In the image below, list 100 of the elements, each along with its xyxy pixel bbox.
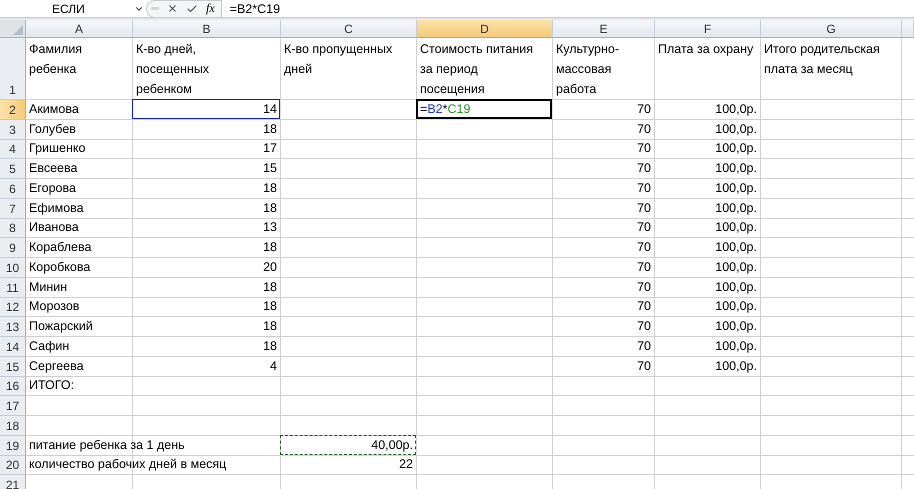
cell-text: 13 [263, 220, 277, 236]
cell-text: 70 [637, 319, 651, 334]
cell-text: 70 [637, 299, 651, 314]
cell-text: 40,00р. [371, 438, 413, 452]
cell-text: 18 [263, 122, 277, 136]
cell-text: Минин [29, 280, 68, 294]
column-header[interactable]: E [553, 20, 655, 38]
corner-triangle-icon [13, 25, 23, 35]
cell-text: 20 [263, 260, 277, 275]
row-header[interactable]: 8 [0, 218, 26, 238]
cell-text: 100,0р. [715, 280, 757, 294]
cell-text: Ефимова [29, 200, 84, 216]
cell-text: 17 [263, 141, 277, 156]
row-header[interactable]: 17 [0, 396, 26, 416]
cell-text: 70 [637, 358, 651, 374]
cell-text: ИТОГО: [29, 378, 74, 394]
cell-text: Акимова [29, 102, 79, 117]
cell-text: 100,0р. [715, 319, 757, 334]
cell-text: Сафин [29, 338, 70, 354]
cell-text: 100,0р. [715, 338, 757, 354]
row-header[interactable]: 5 [0, 159, 26, 179]
cell-text: 18 [263, 200, 277, 216]
cell-text: 70 [637, 102, 651, 117]
row-header[interactable]: 19 [0, 436, 26, 456]
cell-text: 70 [637, 280, 651, 294]
row-header[interactable]: 2 [0, 100, 26, 120]
cell-text: 18 [263, 299, 277, 314]
row-header[interactable]: 10 [0, 258, 26, 278]
cell-text: 70 [637, 122, 651, 136]
cell-text: 100,0р. [715, 299, 757, 314]
column-header[interactable]: G [761, 20, 902, 38]
row-header[interactable]: 1 [0, 38, 26, 100]
row-header[interactable]: 12 [0, 298, 26, 318]
cell-text: 100,0р. [715, 260, 757, 275]
row-header[interactable]: 3 [0, 120, 26, 140]
column-heading-text: К-во дней, посещенных ребенком [136, 41, 210, 98]
cell-text: 18 [263, 180, 277, 196]
cell-text: 14 [263, 102, 277, 117]
row-header[interactable]: 20 [0, 456, 26, 476]
cell-text: Иванова [29, 220, 79, 236]
cell-text: 70 [637, 338, 651, 354]
cell-text: 18 [263, 338, 277, 354]
cell-text: 70 [637, 220, 651, 236]
cell-text: 100,0р. [715, 240, 757, 255]
cell-text: Голубев [29, 122, 76, 136]
cell-text: 18 [263, 240, 277, 255]
row-header[interactable]: 9 [0, 238, 26, 258]
cell-text: количество рабочих дней в месяц [29, 457, 226, 472]
cell-text: 70 [637, 141, 651, 156]
row-header[interactable]: 7 [0, 198, 26, 218]
check-icon[interactable] [186, 2, 198, 14]
cell-text: Егорова [29, 180, 76, 196]
row-header[interactable]: 13 [0, 317, 26, 337]
cell-text: 100,0р. [715, 161, 757, 176]
cell-text: 100,0р. [715, 122, 757, 136]
column-header[interactable]: A [26, 20, 133, 38]
cell-text: Коробкова [29, 260, 90, 275]
column-heading-text: Итого родительская плата за месяц [764, 41, 880, 78]
cell-text: 70 [637, 200, 651, 216]
cell-text: 22 [399, 457, 413, 472]
cell-text: 70 [637, 240, 651, 255]
row-header[interactable]: 6 [0, 179, 26, 199]
name-box[interactable]: ЕСЛИ [0, 2, 128, 16]
column-header[interactable]: D [417, 20, 553, 38]
cell-text: 100,0р. [715, 180, 757, 196]
column-heading-text: Культурно- массовая работа [556, 41, 620, 98]
cell-text: 18 [263, 319, 277, 334]
cell-text: Гришенко [29, 141, 86, 156]
cell-text: 100,0р. [715, 102, 757, 117]
cell-text: 70 [637, 260, 651, 275]
cell-text: питание ребенка за 1 день [29, 438, 185, 452]
row-header[interactable]: 11 [0, 278, 26, 298]
column-header[interactable]: C [281, 20, 417, 38]
cell-text: Сергеева [29, 358, 84, 374]
row-header[interactable]: 14 [0, 337, 26, 357]
formula-field[interactable]: =B2*C19 [222, 2, 914, 16]
cell-text: Морозов [29, 299, 80, 314]
column-header[interactable]: F [655, 20, 761, 38]
row-header[interactable]: 18 [0, 416, 26, 436]
row-header[interactable]: 16 [0, 376, 26, 396]
row-header[interactable]: 4 [0, 140, 26, 160]
cell-text: 18 [263, 280, 277, 294]
grip-icon [151, 7, 159, 10]
column-heading-text: Плата за охрану [658, 41, 754, 58]
cell-text: Пожарский [29, 319, 93, 334]
cancel-icon[interactable] [167, 3, 178, 14]
cell-text: Кораблева [29, 240, 92, 255]
column-heading-text: К-во пропущенных дней [284, 41, 392, 78]
column-header[interactable]: B [133, 20, 281, 38]
insert-function-button[interactable]: fx [206, 1, 215, 16]
row-header[interactable]: 15 [0, 356, 26, 376]
column-heading-text: Фамилия ребенка [29, 41, 82, 78]
cell-text: 4 [270, 358, 277, 374]
cell-text: 100,0р. [715, 141, 757, 156]
cell-text: 100,0р. [715, 200, 757, 216]
column-heading-text: Стоимость питания за период посещения [420, 41, 533, 98]
row-header[interactable]: 21 [0, 475, 26, 489]
cell-text: 70 [637, 180, 651, 196]
cell-text: 15 [263, 161, 277, 176]
cell-text: 100,0р. [715, 358, 757, 374]
